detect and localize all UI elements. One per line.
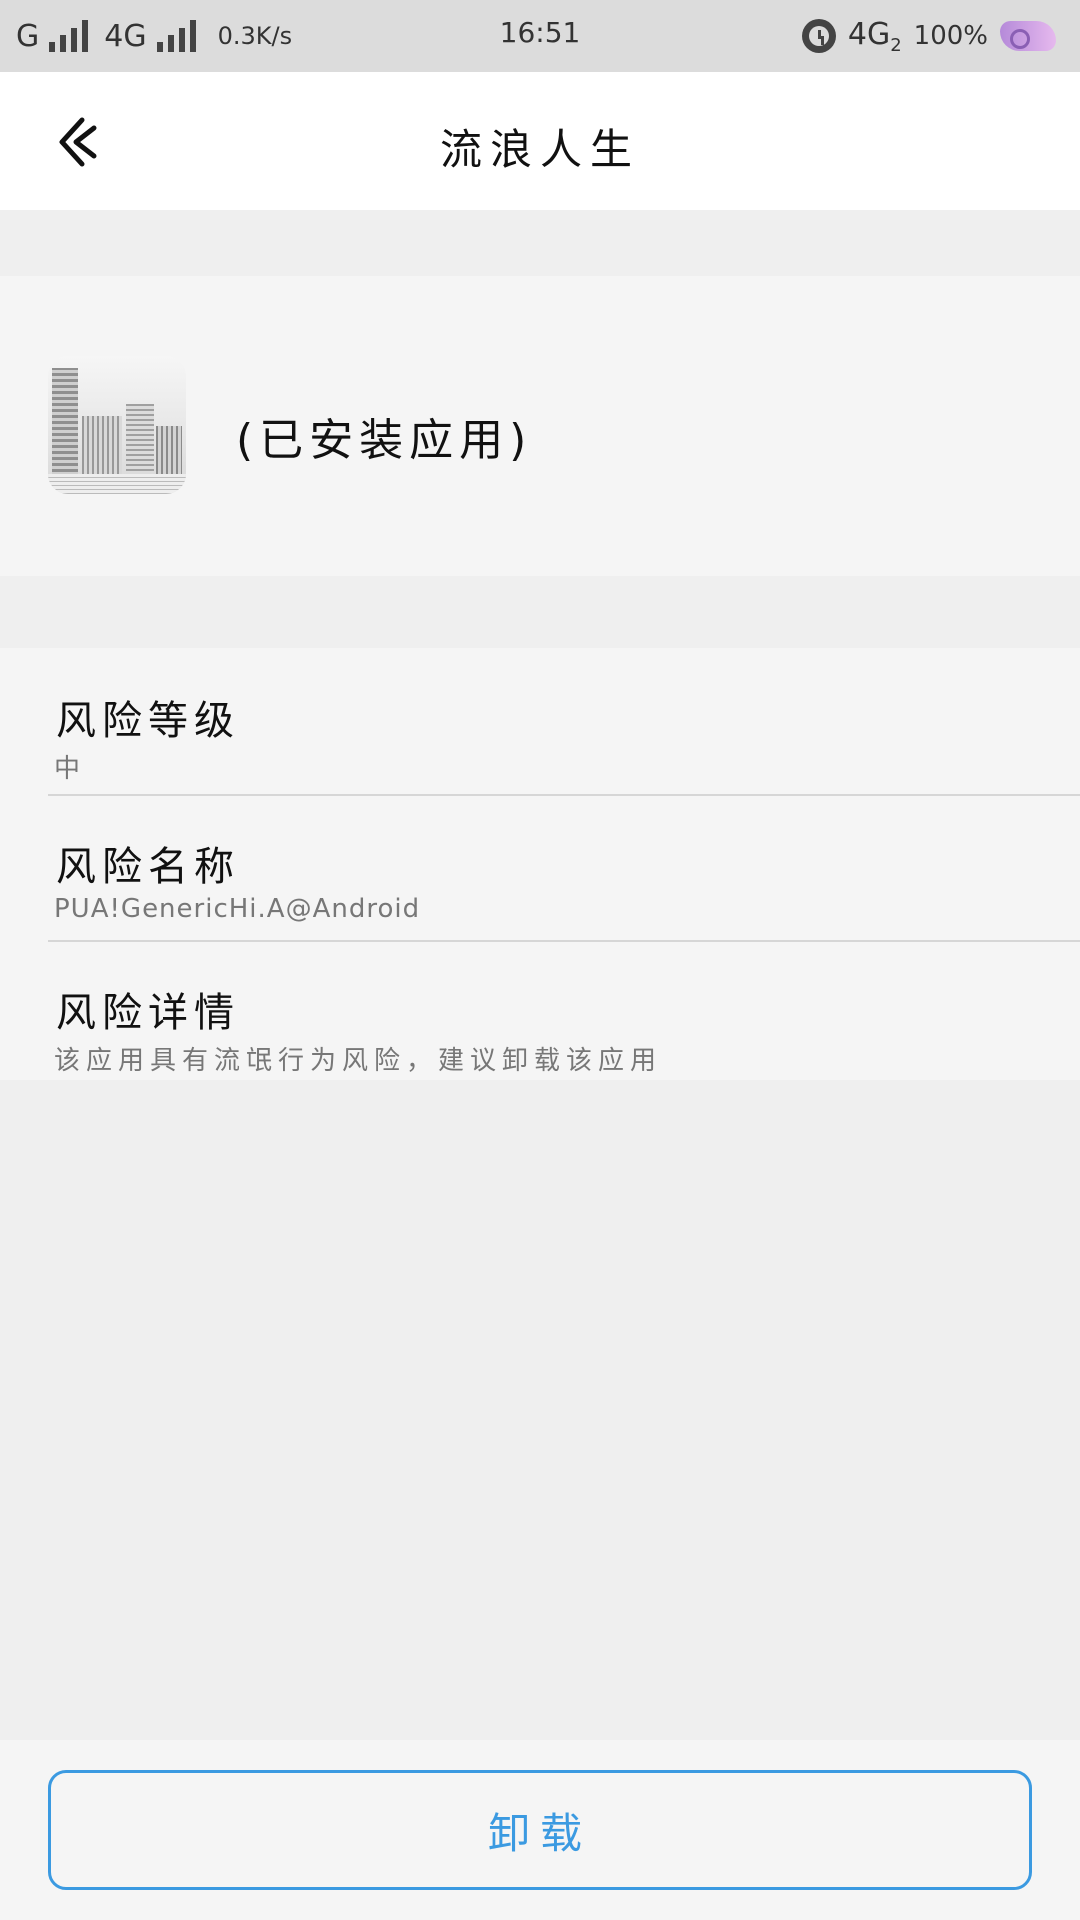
risk-level-value: 中 [54,754,82,784]
network-type-3-sub: 2 [890,34,902,56]
app-header: 流浪人生 [0,72,1080,210]
alarm-icon [801,19,836,53]
battery-percent: 100% [913,21,988,51]
app-icon [48,356,186,494]
risk-level-row: 风险等级 中 [48,648,1080,796]
risk-name-label: 风险名称 [56,844,240,890]
risk-info-card: 风险等级 中 风险名称 PUA!GenericHi.A@Android 风险详情… [0,648,1080,1080]
uninstall-button[interactable]: 卸载 [48,1770,1032,1890]
risk-detail-row: 风险详情 该应用具有流氓行为风险，建议卸载该应用 [48,940,1080,1080]
bottom-action-bar: 卸载 [0,1740,1080,1920]
network-type-3: 4G2 [848,17,902,56]
battery-wing-icon [1000,21,1056,51]
risk-detail-value: 该应用具有流氓行为风险，建议卸载该应用 [54,1046,663,1076]
risk-detail-label: 风险详情 [56,990,240,1036]
risk-name-row: 风险名称 PUA!GenericHi.A@Android [48,794,1080,942]
page-title: 流浪人生 [439,125,640,174]
status-bar: G 4G 0.3K/s 16:51 4G2 100% [0,0,1080,72]
app-info-card: (已安装应用) [0,276,1080,576]
risk-name-value: PUA!GenericHi.A@Android [54,894,421,924]
network-type-3-label: 4G [847,16,891,52]
risk-level-label: 风险等级 [56,698,240,744]
app-install-status: (已安装应用) [236,415,533,466]
status-bar-right: 4G2 100% [801,14,1056,58]
